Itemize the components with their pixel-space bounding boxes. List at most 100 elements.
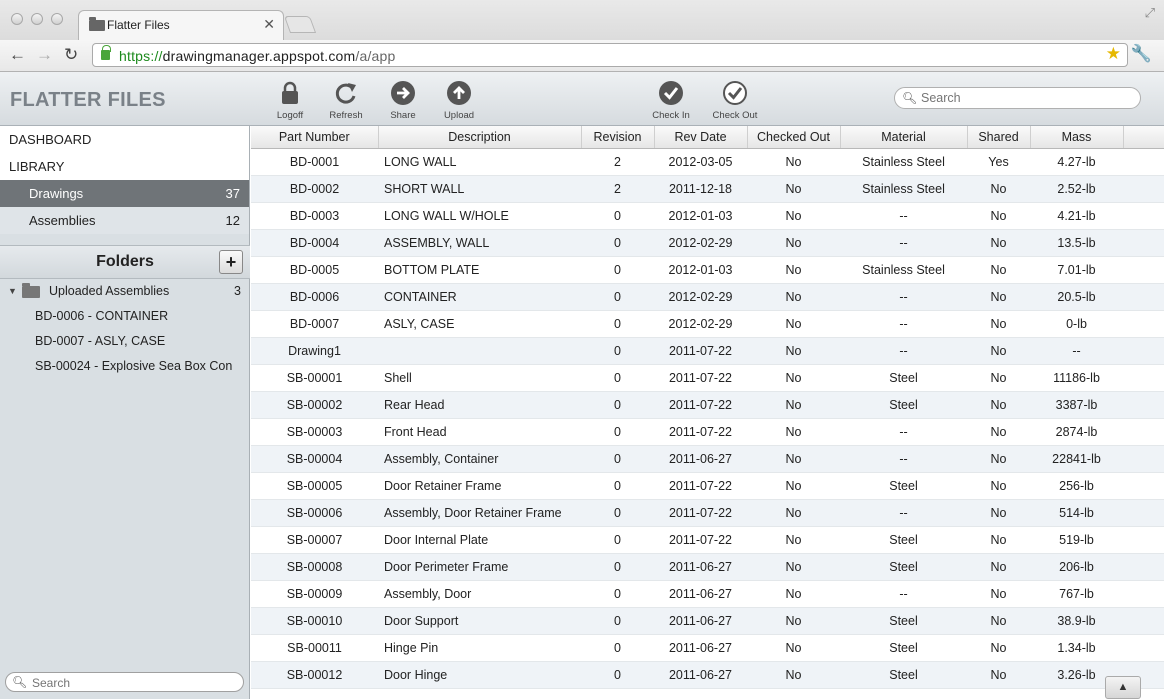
wrench-icon[interactable]: 🔧 bbox=[1131, 44, 1152, 64]
table-row[interactable]: BD-0002 SHORT WALL 2 2011-12-18 No Stainless … bbox=[251, 175, 1164, 203]
sidebar-search[interactable]: 🔍︎ bbox=[5, 672, 244, 692]
header-search[interactable]: 🔍︎ bbox=[894, 87, 1141, 109]
logoff-button[interactable]: Logoff bbox=[260, 80, 320, 121]
table-cell: BD-0003 bbox=[251, 202, 378, 230]
scroll-to-top-button[interactable]: ▲ bbox=[1105, 676, 1141, 699]
refresh-button[interactable]: Refresh bbox=[316, 80, 376, 121]
folders-title: Folders bbox=[96, 253, 154, 270]
folder-child-item[interactable]: SB-00024 - Explosive Sea Box Con bbox=[0, 354, 250, 379]
sidebar-item-assemblies[interactable]: Assemblies 12 bbox=[0, 207, 249, 234]
table-row[interactable]: BD-0006 CONTAINER 0 2012-02-29 No -- No 20.5-lb bbox=[251, 283, 1164, 311]
table-cell-filler bbox=[1123, 634, 1164, 662]
tab-close-icon[interactable]: ✕ bbox=[263, 16, 275, 33]
table-cell: Door Retainer Frame bbox=[378, 472, 581, 500]
expand-triangle-icon[interactable]: ▼ bbox=[8, 279, 17, 304]
add-folder-button[interactable]: + bbox=[219, 250, 243, 274]
table-cell: 2012-03-05 bbox=[654, 148, 747, 176]
table-cell: No bbox=[747, 553, 840, 581]
forward-icon[interactable]: → bbox=[36, 45, 53, 65]
table-row[interactable]: BD-0005 BOTTOM PLATE 0 2012-01-03 No Stainles… bbox=[251, 256, 1164, 284]
table-cell: 0 bbox=[581, 634, 654, 662]
back-icon[interactable]: ← bbox=[9, 45, 26, 65]
url-host: drawingmanager.appspot.com bbox=[162, 48, 356, 64]
column-header[interactable]: Revision bbox=[581, 126, 655, 149]
table-row[interactable]: SB-00004 Assembly, Container 0 2011-06-27 No… bbox=[251, 445, 1164, 473]
table-row[interactable]: SB-00001 Shell 0 2011-07-22 No Steel No 11186-l… bbox=[251, 364, 1164, 392]
table-row[interactable]: BD-0004 ASSEMBLY, WALL 0 2012-02-29 No -- No 13… bbox=[251, 229, 1164, 257]
table-cell-filler bbox=[1123, 256, 1164, 284]
fullscreen-icon[interactable]: ⤢ bbox=[1145, 5, 1155, 21]
new-tab-button[interactable] bbox=[283, 16, 317, 33]
sidebar-search-input[interactable] bbox=[32, 675, 232, 690]
window-zoom-button[interactable] bbox=[51, 13, 63, 25]
header-search-input[interactable] bbox=[921, 90, 1131, 106]
sidebar-item-drawings[interactable]: Drawings 37 bbox=[0, 180, 249, 207]
table-cell: No bbox=[747, 337, 840, 365]
table-row[interactable]: SB-00010 Door Support 0 2011-06-27 No Steel No… bbox=[251, 607, 1164, 635]
column-header[interactable]: Material bbox=[840, 126, 968, 149]
table-cell: Door Perimeter Frame bbox=[378, 553, 581, 581]
table-cell: Door Internal Plate bbox=[378, 526, 581, 554]
column-header[interactable]: Part Number bbox=[251, 126, 379, 149]
table-cell: BD-0001 bbox=[251, 148, 378, 176]
table-row[interactable]: BD-0007 ASLY, CASE 0 2012-02-29 No -- No 0-lb bbox=[251, 310, 1164, 338]
table-cell: No bbox=[747, 148, 840, 176]
files-table: Part Number Description Revision Rev Date Ch… bbox=[251, 126, 1164, 689]
column-header[interactable]: Description bbox=[378, 126, 582, 149]
table-cell: 4.21-lb bbox=[1030, 202, 1123, 230]
table-row[interactable]: SB-00007 Door Internal Plate 0 2011-07-22 No… bbox=[251, 526, 1164, 554]
column-header[interactable]: Mass bbox=[1030, 126, 1124, 149]
table-cell: -- bbox=[840, 445, 967, 473]
folder-label: Uploaded Assemblies bbox=[49, 284, 170, 298]
folder-icon bbox=[22, 283, 40, 298]
table-row[interactable]: SB-00011 Hinge Pin 0 2011-06-27 No Steel No 1.3… bbox=[251, 634, 1164, 662]
sidebar-item-dashboard[interactable]: DASHBOARD bbox=[0, 126, 249, 153]
folder-child-item[interactable]: BD-0007 - ASLY, CASE bbox=[0, 329, 250, 354]
table-cell: No bbox=[967, 499, 1030, 527]
column-header[interactable]: Rev Date bbox=[654, 126, 748, 149]
table-row[interactable]: SB-00005 Door Retainer Frame 0 2011-07-22 No… bbox=[251, 472, 1164, 500]
table-cell: 256-lb bbox=[1030, 472, 1123, 500]
reload-icon[interactable]: ↻ bbox=[64, 45, 78, 65]
window-close-button[interactable] bbox=[11, 13, 23, 25]
column-header[interactable]: Checked Out bbox=[747, 126, 841, 149]
table-cell-filler bbox=[1123, 364, 1164, 392]
table-body: BD-0001 LONG WALL 2 2012-03-05 No Stainless S… bbox=[251, 148, 1164, 689]
table-cell: No bbox=[747, 607, 840, 635]
window-minimize-button[interactable] bbox=[31, 13, 43, 25]
bookmark-star-icon[interactable]: ★ bbox=[1106, 44, 1121, 64]
browser-tab[interactable]: Flatter Files ✕ bbox=[78, 10, 284, 40]
table-cell: No bbox=[747, 391, 840, 419]
table-cell: 0 bbox=[581, 607, 654, 635]
check-out-button[interactable]: Check Out bbox=[705, 80, 765, 121]
sidebar-item-library[interactable]: LIBRARY bbox=[0, 153, 249, 180]
column-header[interactable]: Shared bbox=[967, 126, 1031, 149]
table-row[interactable]: BD-0003 LONG WALL W/HOLE 0 2012-01-03 No -- No… bbox=[251, 202, 1164, 230]
table-row[interactable]: SB-00002 Rear Head 0 2011-07-22 No Steel No 338… bbox=[251, 391, 1164, 419]
folder-icon bbox=[89, 17, 105, 31]
table-cell: Steel bbox=[840, 472, 967, 500]
table-row[interactable]: SB-00003 Front Head 0 2011-07-22 No -- No 2874-… bbox=[251, 418, 1164, 446]
table-cell: 0 bbox=[581, 256, 654, 284]
table-row[interactable]: BD-0001 LONG WALL 2 2012-03-05 No Stainless S… bbox=[251, 148, 1164, 176]
upload-button[interactable]: Upload bbox=[429, 80, 489, 121]
table-row[interactable]: SB-00006 Assembly, Door Retainer Frame 0 20… bbox=[251, 499, 1164, 527]
table-cell: SB-00004 bbox=[251, 445, 378, 473]
folder-uploaded-assemblies[interactable]: ▼ Uploaded Assemblies 3 bbox=[0, 279, 250, 304]
table-row[interactable]: SB-00012 Door Hinge 0 2011-06-27 No Steel No 3.… bbox=[251, 661, 1164, 689]
table-cell: 0 bbox=[581, 337, 654, 365]
table-row[interactable]: SB-00008 Door Perimeter Frame 0 2011-06-27 N… bbox=[251, 553, 1164, 581]
table-cell: No bbox=[967, 283, 1030, 311]
table-cell: SB-00011 bbox=[251, 634, 378, 662]
table-row[interactable]: SB-00009 Assembly, Door 0 2011-06-27 No -- No 7… bbox=[251, 580, 1164, 608]
table-cell: Assembly, Container bbox=[378, 445, 581, 473]
table-cell bbox=[378, 337, 581, 365]
table-cell: 2011-07-22 bbox=[654, 499, 747, 527]
files-table-container: Part Number Description Revision Rev Date Ch… bbox=[251, 126, 1164, 699]
folder-child-item[interactable]: BD-0006 - CONTAINER bbox=[0, 304, 250, 329]
address-bar[interactable]: https://drawingmanager.appspot.com/a/app… bbox=[92, 43, 1128, 67]
table-row[interactable]: Drawing1 0 2011-07-22 No -- No -- bbox=[251, 337, 1164, 365]
share-button[interactable]: Share bbox=[373, 80, 433, 121]
table-cell: No bbox=[967, 229, 1030, 257]
check-in-button[interactable]: Check In bbox=[641, 80, 701, 121]
